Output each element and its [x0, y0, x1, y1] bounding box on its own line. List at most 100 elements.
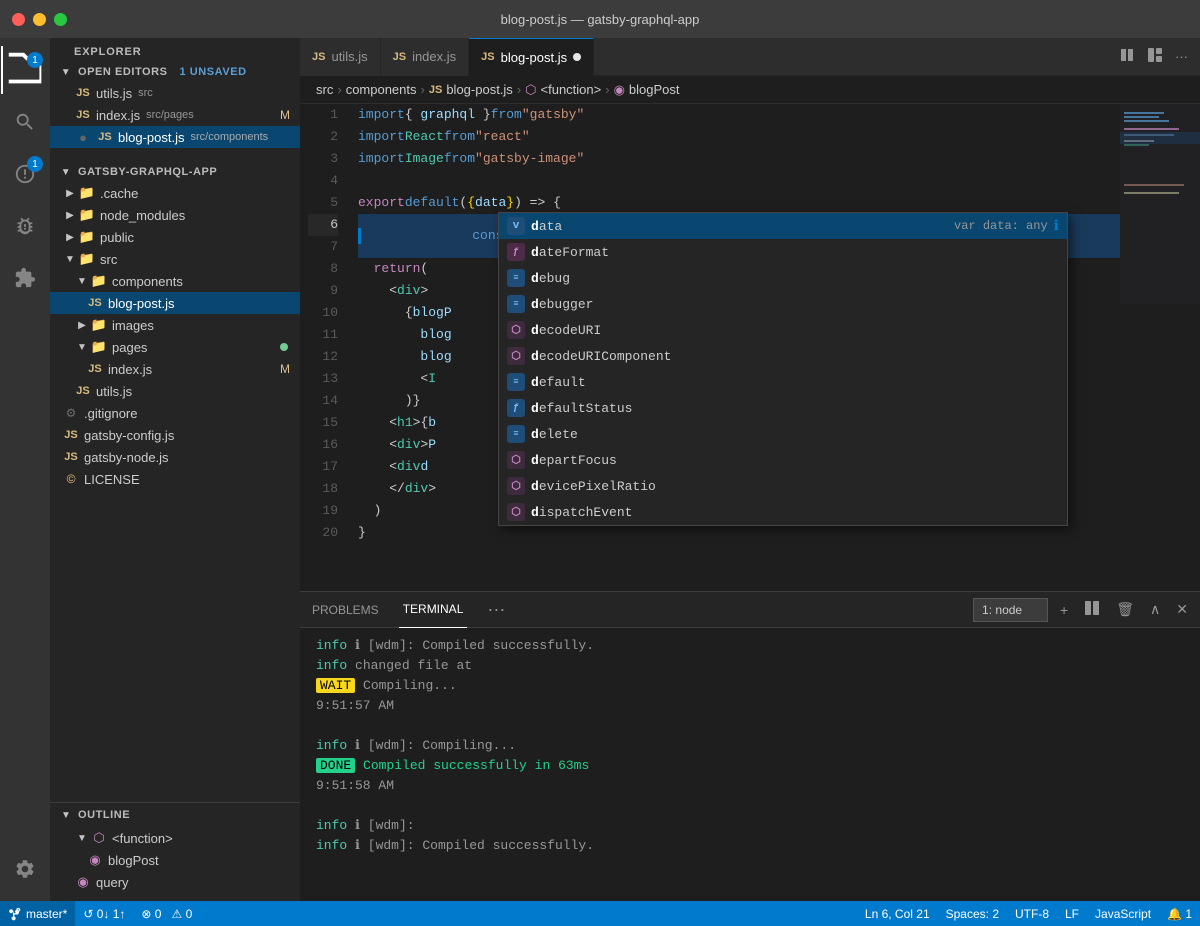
folder-pages[interactable]: ▼ 📁 pages	[50, 336, 300, 358]
folder-node-modules[interactable]: ▶ 📁 node_modules	[50, 204, 300, 226]
tab-label: utils.js	[331, 49, 367, 64]
file-gitignore[interactable]: ⚙ .gitignore	[50, 402, 300, 424]
file-blog-post[interactable]: JS blog-post.js	[50, 292, 300, 314]
tab-index[interactable]: JS index.js	[381, 38, 470, 76]
split-layout-button[interactable]	[1143, 43, 1167, 70]
minimize-button[interactable]	[33, 13, 46, 26]
terminal-line: 9:51:57 AM	[316, 696, 1184, 716]
language-mode[interactable]: JavaScript	[1087, 907, 1159, 921]
maximize-panel-button[interactable]: ∧	[1146, 599, 1164, 620]
activity-explorer[interactable]: 1	[1, 46, 49, 94]
folder-arrow: ▶	[62, 207, 78, 223]
close-panel-button[interactable]: ✕	[1172, 599, 1192, 620]
ac-item-delete[interactable]: ≡ delete	[499, 421, 1067, 447]
ac-item-dateformat[interactable]: ƒ dateFormat	[499, 239, 1067, 265]
file-gatsby-config[interactable]: JS gatsby-config.js	[50, 424, 300, 446]
folder-src[interactable]: ▼ 📁 src	[50, 248, 300, 270]
breadcrumb-fn-icon: ⬡	[525, 82, 536, 98]
folder-images[interactable]: ▶ 📁 images	[50, 314, 300, 336]
ac-item-data[interactable]: v data var data: any ℹ	[499, 213, 1067, 239]
close-button[interactable]	[12, 13, 25, 26]
encoding[interactable]: UTF-8	[1007, 907, 1057, 921]
editor-area: JS utils.js JS index.js JS blog-post.js …	[300, 38, 1200, 901]
open-editors-header[interactable]: ▼ OPEN EDITORS 1 UNSAVED	[50, 62, 300, 82]
ac-item-defaultstatus[interactable]: ƒ defaultStatus	[499, 395, 1067, 421]
split-terminal-button[interactable]	[1080, 598, 1104, 621]
terminal-text: ℹ︎ [wdm]: Compiled successfully.	[355, 638, 594, 653]
breadcrumb-sep: ›	[517, 82, 521, 97]
ac-label: delete	[531, 427, 1059, 442]
line-ending[interactable]: LF	[1057, 907, 1087, 921]
file-utils[interactable]: JS utils.js	[50, 380, 300, 402]
breadcrumb-function[interactable]: <function>	[541, 82, 602, 97]
error-status[interactable]: ⊗ 0 ⚠ 0	[133, 901, 200, 926]
window-controls[interactable]	[12, 13, 67, 26]
cursor-position[interactable]: Ln 6, Col 21	[857, 907, 938, 921]
folder-cache[interactable]: ▶ 📁 .cache	[50, 182, 300, 204]
tab-terminal[interactable]: TERMINAL	[399, 592, 468, 628]
breadcrumb-file[interactable]: blog-post.js	[446, 82, 512, 97]
info-icon[interactable]: ℹ	[1054, 218, 1059, 235]
open-editor-utils[interactable]: JS utils.js src	[50, 82, 300, 104]
activity-debug[interactable]	[1, 202, 49, 250]
more-actions-button[interactable]: ···	[1171, 45, 1192, 68]
folder-icon: 📁	[78, 229, 96, 245]
ac-item-departfocus[interactable]: ⬡ departFocus	[499, 447, 1067, 473]
outline-header[interactable]: ▼ OUTLINE	[50, 803, 300, 827]
outline-query[interactable]: ◉ query	[50, 871, 300, 893]
ac-item-decodeuri[interactable]: ⬡ decodeURI	[499, 317, 1067, 343]
terminal-selector[interactable]: 1: node	[973, 598, 1048, 622]
status-right: Ln 6, Col 21 Spaces: 2 UTF-8 LF JavaScri…	[857, 907, 1200, 921]
ac-item-debug[interactable]: ≡ debug	[499, 265, 1067, 291]
project-header[interactable]: ▼ GATSBY-GRAPHQL-APP	[50, 162, 300, 182]
extensions-icon	[14, 267, 36, 289]
ac-label: dateFormat	[531, 245, 1059, 260]
activity-settings[interactable]	[1, 845, 49, 893]
tab-actions: ···	[1115, 43, 1200, 70]
activity-git[interactable]: 1	[1, 150, 49, 198]
fn-icon: ƒ	[507, 243, 525, 261]
add-terminal-button[interactable]: +	[1056, 600, 1072, 620]
sync-status[interactable]: ↺ 0↓ 1↑	[75, 901, 133, 926]
ac-item-dispatchevent[interactable]: ⬡ dispatchEvent	[499, 499, 1067, 525]
outline-function[interactable]: ▼ ⬡ <function>	[50, 827, 300, 849]
outline-item-name: <function>	[112, 831, 173, 846]
activity-search[interactable]	[1, 98, 49, 146]
folder-arrow: ▼	[62, 251, 78, 267]
indentation[interactable]: Spaces: 2	[938, 907, 1007, 921]
tab-problems[interactable]: PROBLEMS	[308, 592, 383, 628]
branch-icon	[8, 907, 22, 921]
tab-utils[interactable]: JS utils.js	[300, 38, 381, 76]
breadcrumb-components[interactable]: components	[346, 82, 417, 97]
open-editors-badge: 1 UNSAVED	[180, 66, 247, 78]
license-icon: ©	[62, 471, 80, 487]
activity-extensions[interactable]	[1, 254, 49, 302]
file-license[interactable]: © LICENSE	[50, 468, 300, 490]
ac-item-decodeuricomponent[interactable]: ⬡ decodeURIComponent	[499, 343, 1067, 369]
split-editor-button[interactable]	[1115, 43, 1139, 70]
breadcrumb-blogpost[interactable]: blogPost	[629, 82, 680, 97]
git-badge: 1	[27, 156, 43, 172]
folder-name: .cache	[100, 186, 138, 201]
notification-bell[interactable]: 🔔 1	[1159, 907, 1200, 921]
ac-item-debugger[interactable]: ≡ debugger	[499, 291, 1067, 317]
terminal-more-button[interactable]: ···	[487, 599, 505, 620]
folder-public[interactable]: ▶ 📁 public	[50, 226, 300, 248]
file-gatsby-node[interactable]: JS gatsby-node.js	[50, 446, 300, 468]
open-editor-blog-post[interactable]: ● JS blog-post.js src/components	[50, 126, 300, 148]
ac-item-default[interactable]: ≡ default	[499, 369, 1067, 395]
outline-blogpost[interactable]: ◉ blogPost	[50, 849, 300, 871]
kill-terminal-button[interactable]: 🗑	[1112, 599, 1138, 620]
terminal-body[interactable]: info ℹ︎ [wdm]: Compiled successfully. in…	[300, 628, 1200, 901]
modified-badge: M	[280, 108, 290, 122]
ac-item-devicepixelratio[interactable]: ⬡ devicePixelRatio	[499, 473, 1067, 499]
file-index[interactable]: JS index.js M	[50, 358, 300, 380]
folder-arrow: ▼	[74, 273, 90, 289]
git-branch-status[interactable]: master*	[0, 901, 75, 926]
folder-components[interactable]: ▼ 📁 components	[50, 270, 300, 292]
breadcrumb-src[interactable]: src	[316, 82, 333, 97]
maximize-button[interactable]	[54, 13, 67, 26]
tab-blog-post[interactable]: JS blog-post.js	[469, 38, 594, 76]
open-editor-index[interactable]: JS index.js src/pages M	[50, 104, 300, 126]
file-name: LICENSE	[84, 472, 140, 487]
